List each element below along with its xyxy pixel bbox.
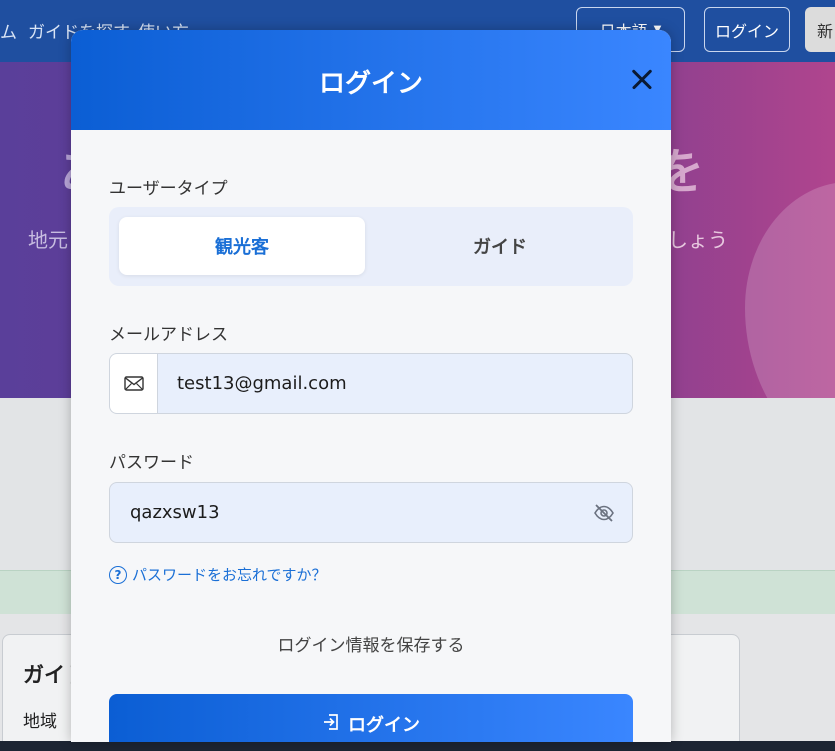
login-submit-label: ログイン xyxy=(348,715,420,736)
brand-fragment[interactable]: ム xyxy=(0,18,17,43)
user-type-label: ユーザータイプ xyxy=(109,179,228,199)
login-modal: ログイン ユーザータイプ 観光客 ガイド メールアドレス パスワード ? xyxy=(71,30,671,742)
login-submit-button[interactable]: ログイン xyxy=(109,694,633,742)
envelope-icon xyxy=(109,353,157,414)
nav-login-button[interactable]: ログイン xyxy=(704,7,790,52)
close-icon[interactable] xyxy=(627,64,657,94)
user-type-tourist-button[interactable]: 観光客 xyxy=(119,217,365,275)
nav-signup-button[interactable]: 新 xyxy=(805,7,835,52)
modal-title: ログイン xyxy=(318,69,423,99)
email-field[interactable] xyxy=(157,353,633,414)
hero-subtitle-fragment-right: しょう xyxy=(668,228,728,252)
password-label: パスワード xyxy=(109,453,194,473)
user-type-toggle: 観光客 ガイド xyxy=(109,207,633,286)
forgot-password-link[interactable]: ? パスワードをお忘れですか？ xyxy=(109,564,327,585)
question-circle-icon: ? xyxy=(109,565,127,584)
sign-in-icon xyxy=(322,713,340,736)
remember-login-label[interactable]: ログイン情報を保存する xyxy=(71,631,671,656)
eye-slash-icon[interactable] xyxy=(593,502,615,524)
email-field-group xyxy=(109,353,633,414)
forgot-password-label: パスワードをお忘れですか？ xyxy=(132,566,327,584)
password-field-group xyxy=(109,482,633,543)
modal-header: ログイン xyxy=(71,30,671,130)
email-label: メールアドレス xyxy=(109,325,228,345)
hero-decoration xyxy=(745,182,835,398)
hero-subtitle-fragment-left: 地元 xyxy=(28,228,68,252)
password-field[interactable] xyxy=(109,482,633,543)
user-type-guide-button[interactable]: ガイド xyxy=(377,217,623,275)
taskbar-strip xyxy=(0,741,835,751)
region-label: 地域 xyxy=(23,712,57,732)
